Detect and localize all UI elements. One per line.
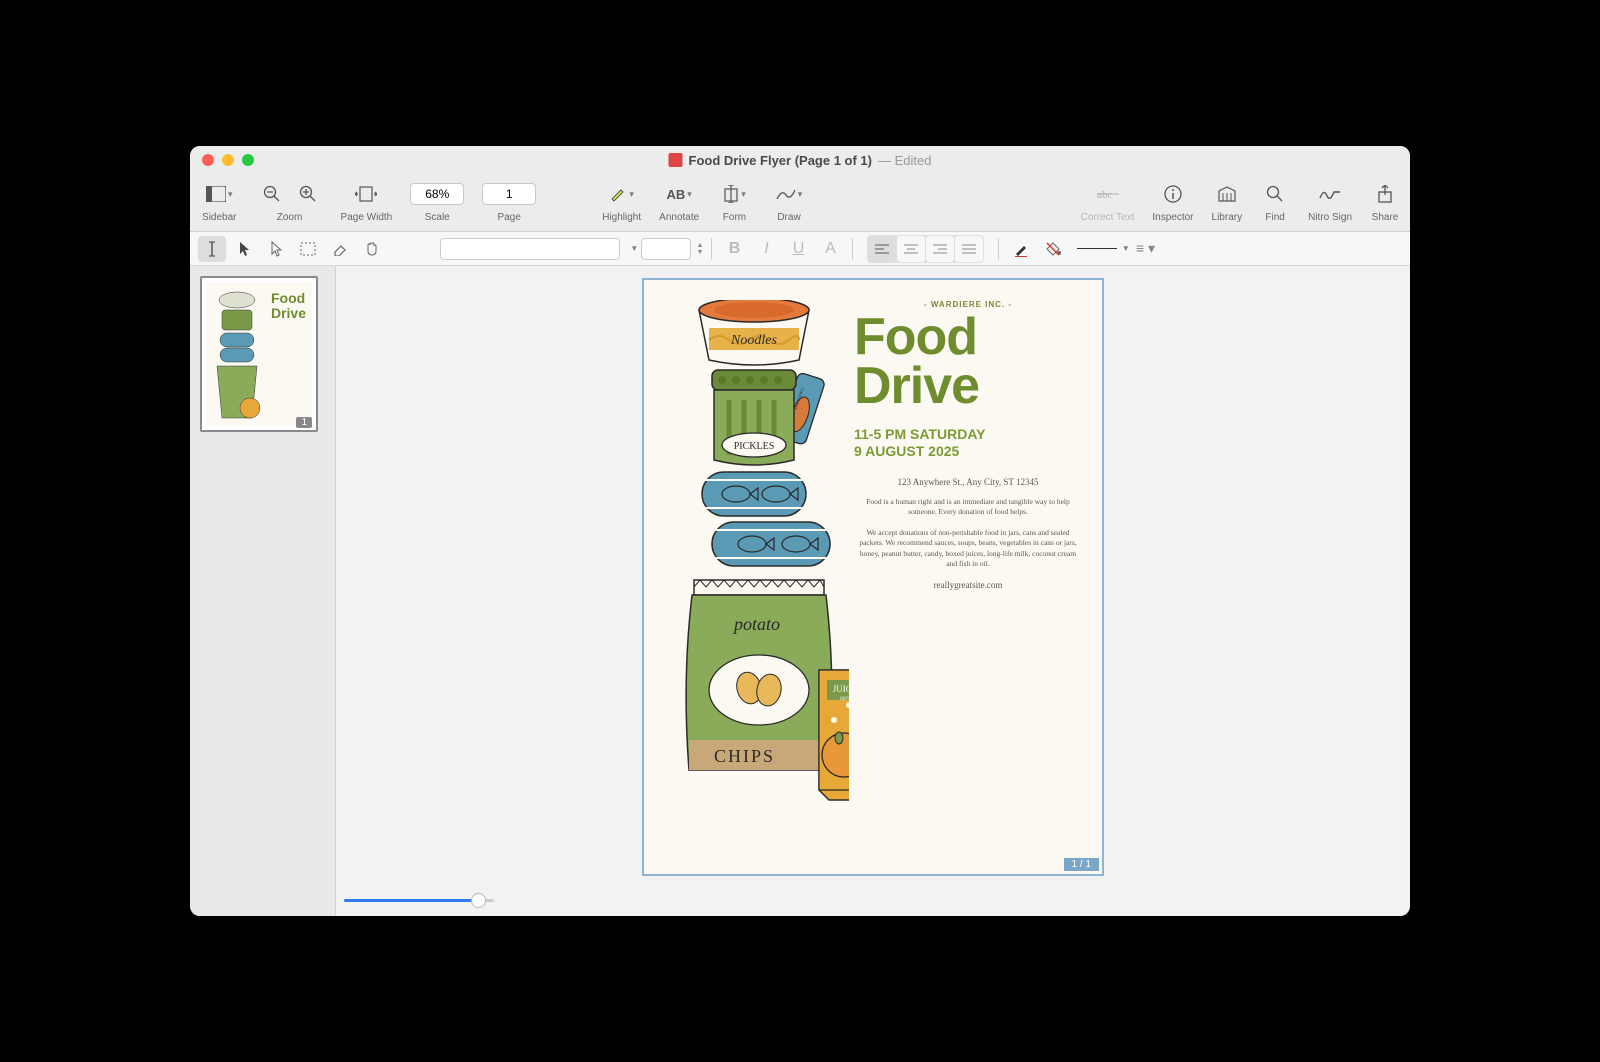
select-tool[interactable] xyxy=(262,236,290,262)
edited-indicator: — Edited xyxy=(878,153,931,168)
page-thumbnail[interactable]: FoodDrive 1 xyxy=(200,276,318,432)
zoom-in-button[interactable] xyxy=(293,181,323,207)
share-label: Share xyxy=(1372,212,1399,223)
library-button[interactable] xyxy=(1212,181,1242,207)
annotate-label: Annotate xyxy=(659,212,699,223)
svg-text:JUICE: JUICE xyxy=(833,684,849,694)
line-style-preview xyxy=(1077,248,1117,249)
text-cursor-tool[interactable] xyxy=(198,236,226,262)
align-right-button[interactable] xyxy=(926,236,954,262)
flyer-headline: FoodDrive xyxy=(854,313,1082,412)
noodles-label: Noodles xyxy=(730,333,777,348)
line-weight-menu[interactable]: ≡ ▾ xyxy=(1136,240,1155,257)
flyer-website: reallygreatsite.com xyxy=(854,580,1082,590)
flyer-para-2: We accept donations of non-perishable fo… xyxy=(854,528,1082,570)
pdf-file-icon xyxy=(669,153,683,167)
minimize-window-button[interactable] xyxy=(222,154,234,166)
document-canvas[interactable]: Noodles CHOCO BAR xyxy=(336,266,1410,916)
find-label: Find xyxy=(1265,212,1284,223)
chevron-down-icon: ▾ xyxy=(629,189,634,200)
inspector-label: Inspector xyxy=(1152,212,1193,223)
hand-tool[interactable] xyxy=(358,236,386,262)
eraser-tool[interactable] xyxy=(326,236,354,262)
sidebar-toggle-button[interactable]: ▾ xyxy=(200,181,239,207)
nitro-sign-label: Nitro Sign xyxy=(1308,212,1352,223)
correct-text-button: abc xyxy=(1093,181,1123,207)
text-color-button[interactable]: A xyxy=(816,236,844,262)
underline-button[interactable]: U xyxy=(784,236,812,262)
window-title: Food Drive Flyer (Page 1 of 1) — Edited xyxy=(669,153,932,168)
close-window-button[interactable] xyxy=(202,154,214,166)
page-number-field[interactable]: 1 xyxy=(482,183,536,205)
bold-button[interactable]: B xyxy=(720,236,748,262)
main-toolbar: ▾ Sidebar Zoom Page Width 68% Scale xyxy=(190,174,1410,232)
fill-color-button[interactable] xyxy=(1039,236,1067,262)
font-size-select[interactable] xyxy=(641,238,691,260)
highlight-button[interactable]: ▾ xyxy=(603,181,640,207)
svg-text:PICKLES: PICKLES xyxy=(734,441,775,452)
zoom-slider[interactable] xyxy=(344,892,494,908)
page-width-label: Page Width xyxy=(341,212,393,223)
thumbnail-page-number: 1 xyxy=(296,417,312,428)
format-toolbar: ▾ ▲▼ B I U A ▾ ≡ ▾ xyxy=(190,232,1410,266)
align-center-button[interactable] xyxy=(897,236,925,262)
svg-text:CHIPS: CHIPS xyxy=(714,746,775,766)
page-label: Page xyxy=(498,212,521,223)
form-label: Form xyxy=(723,212,746,223)
size-down-stepper[interactable]: ▼ xyxy=(697,249,704,256)
chevron-down-icon: ▾ xyxy=(228,189,233,200)
size-up-stepper[interactable]: ▲ xyxy=(697,242,704,249)
thumbnail-sidebar: FoodDrive 1 xyxy=(190,266,336,916)
pointer-tool[interactable] xyxy=(230,236,258,262)
inspector-button[interactable] xyxy=(1158,181,1188,207)
chevron-down-icon: ▾ xyxy=(687,189,692,200)
flyer-text-block: - WARDIERE INC. - FoodDrive 11-5 PM SATU… xyxy=(854,300,1082,590)
pdf-editor-window: Food Drive Flyer (Page 1 of 1) — Edited … xyxy=(190,146,1410,916)
marquee-tool[interactable] xyxy=(294,236,322,262)
scale-field[interactable]: 68% xyxy=(410,183,464,205)
annotate-button[interactable]: AB ▾ xyxy=(661,181,698,207)
page-width-button[interactable] xyxy=(351,181,381,207)
draw-label: Draw xyxy=(777,212,800,223)
italic-button[interactable]: I xyxy=(752,236,780,262)
page-indicator: 1 / 1 xyxy=(1064,858,1099,871)
highlight-label: Highlight xyxy=(602,212,641,223)
stroke-color-button[interactable] xyxy=(1007,236,1035,262)
align-justify-button[interactable] xyxy=(955,236,983,262)
line-style-menu[interactable]: ▾ xyxy=(1123,243,1128,254)
flyer-datetime: 11-5 PM SATURDAY9 AUGUST 2025 xyxy=(854,426,1082,461)
nitro-sign-button[interactable] xyxy=(1315,181,1345,207)
window-controls xyxy=(202,154,254,166)
scale-label: Scale xyxy=(425,212,450,223)
zoom-label: Zoom xyxy=(277,212,303,223)
flyer-illustration: Noodles CHOCO BAR xyxy=(664,300,849,860)
chevron-down-icon: ▾ xyxy=(741,189,746,200)
flyer-address: 123 Anywhere St., Any City, ST 12345 xyxy=(854,477,1082,487)
fullscreen-window-button[interactable] xyxy=(242,154,254,166)
zoom-out-button[interactable] xyxy=(257,181,287,207)
align-left-button[interactable] xyxy=(868,236,896,262)
find-button[interactable] xyxy=(1260,181,1290,207)
draw-button[interactable]: ▾ xyxy=(770,181,809,207)
font-family-select[interactable] xyxy=(440,238,620,260)
correct-text-label: Correct Text xyxy=(1081,212,1135,223)
titlebar: Food Drive Flyer (Page 1 of 1) — Edited xyxy=(190,146,1410,174)
svg-text:potato: potato xyxy=(732,614,780,634)
library-label: Library xyxy=(1212,212,1243,223)
document-title: Food Drive Flyer (Page 1 of 1) xyxy=(689,153,873,168)
svg-text:abc: abc xyxy=(1097,189,1112,201)
chevron-down-icon: ▾ xyxy=(798,189,803,200)
share-button[interactable] xyxy=(1370,181,1400,207)
sidebar-label: Sidebar xyxy=(202,212,236,223)
chevron-down-icon: ▾ xyxy=(632,243,637,254)
page-1: Noodles CHOCO BAR xyxy=(642,278,1104,876)
flyer-para-1: Food is a human right and is an immediat… xyxy=(854,497,1082,518)
form-button[interactable]: ▾ xyxy=(717,181,752,207)
svg-text:100%: 100% xyxy=(839,697,849,702)
slider-knob[interactable] xyxy=(471,893,486,908)
